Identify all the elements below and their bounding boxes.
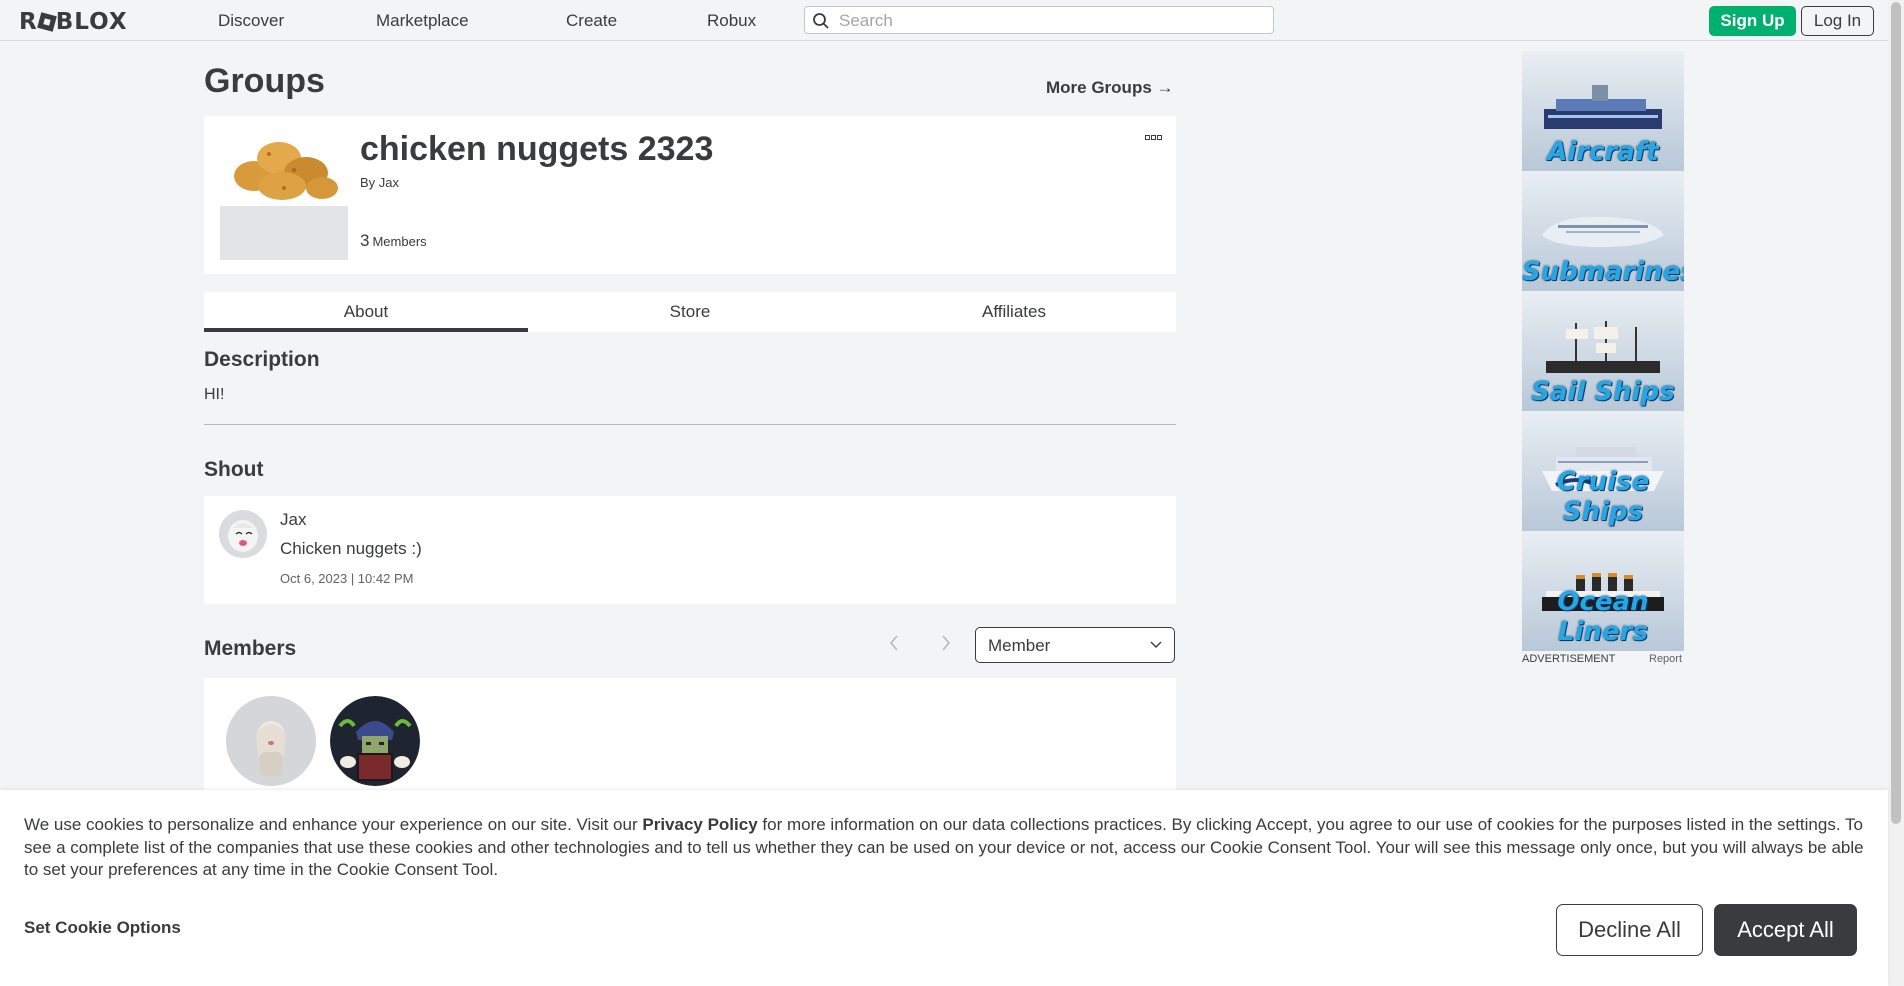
- ad-panel-label: Cruise Ships: [1556, 467, 1650, 527]
- ad-panel-label: Submarines: [1522, 257, 1684, 287]
- logo-o-icon: [36, 12, 57, 32]
- top-nav-bar: R BLOX Discover Marketplace Create Robux …: [0, 0, 1888, 41]
- section-divider: [204, 424, 1176, 425]
- chevron-left-icon[interactable]: [888, 634, 900, 652]
- cookie-message: We use cookies to personalize and enhanc…: [24, 814, 1868, 882]
- chevron-right-icon[interactable]: [940, 634, 952, 652]
- role-dropdown[interactable]: Member: [975, 627, 1175, 663]
- group-owner-link[interactable]: Jax: [379, 175, 399, 190]
- nav-robux[interactable]: Robux: [707, 11, 756, 31]
- group-tabs: About Store Affiliates: [204, 292, 1176, 332]
- tab-store[interactable]: Store: [528, 292, 852, 332]
- group-header-card: chicken nuggets 2323 By Jax 3 Members: [204, 116, 1176, 274]
- member-count-label: Members: [372, 234, 427, 249]
- nav-marketplace[interactable]: Marketplace: [376, 11, 469, 31]
- submarine-image: [1542, 216, 1664, 247]
- search-icon: [813, 13, 829, 29]
- ad-panel-ocean-liners[interactable]: Ocean Liners: [1522, 531, 1684, 651]
- member-avatar-image: [330, 696, 420, 786]
- ad-panel-label: Sail Ships: [1531, 377, 1675, 407]
- shout-timestamp: Oct 6, 2023 | 10:42 PM: [280, 571, 414, 586]
- cookie-text-before: We use cookies to personalize and enhanc…: [24, 815, 643, 834]
- search-input[interactable]: [837, 9, 1261, 33]
- group-name: chicken nuggets 2323: [360, 130, 714, 168]
- log-in-button[interactable]: Log In: [1801, 6, 1874, 36]
- by-prefix: By: [360, 175, 376, 190]
- member-avatar-image: [226, 696, 316, 786]
- advertisement-banner[interactable]: Aircraft Submarines Sail Ships Cruise Sh…: [1522, 51, 1684, 651]
- ad-panel-label: Ocean Liners: [1557, 587, 1649, 647]
- shout-card: Jax Chicken nuggets :) Oct 6, 2023 | 10:…: [204, 496, 1176, 604]
- more-options-icon[interactable]: [1145, 134, 1163, 142]
- page-title: Groups: [204, 62, 325, 100]
- search-box: [804, 6, 1274, 34]
- report-ad-link[interactable]: Report: [1649, 653, 1682, 665]
- shout-body: Chicken nuggets :): [280, 539, 422, 558]
- tab-about[interactable]: About: [204, 292, 528, 332]
- member-avatar[interactable]: [226, 696, 316, 786]
- role-dropdown-value: Member: [988, 636, 1051, 655]
- ad-panel-sail-ships[interactable]: Sail Ships: [1522, 291, 1684, 411]
- group-owner-line: By Jax: [360, 175, 399, 190]
- accept-all-button[interactable]: Accept All: [1714, 904, 1857, 956]
- members-heading: Members: [204, 637, 297, 660]
- nav-discover[interactable]: Discover: [218, 11, 284, 31]
- scrollbar-thumb[interactable]: [1891, 2, 1901, 824]
- shout-username[interactable]: Jax: [280, 510, 306, 530]
- description-text: HI!: [204, 386, 225, 403]
- page-scrollbar[interactable]: [1888, 0, 1904, 986]
- roblox-logo[interactable]: R BLOX: [19, 9, 128, 35]
- more-groups-link[interactable]: More Groups →: [1046, 78, 1174, 98]
- member-avatar[interactable]: [330, 696, 420, 786]
- ad-panel-label: Aircraft: [1547, 137, 1659, 167]
- emblem-placeholder: [220, 206, 348, 260]
- ad-panel-cruise-ships[interactable]: Cruise Ships: [1522, 411, 1684, 531]
- nav-create[interactable]: Create: [566, 11, 617, 31]
- aircraft-carrier-image: [1544, 85, 1662, 129]
- shout-avatar[interactable]: [219, 510, 267, 558]
- sail-ship-image: [1546, 321, 1660, 373]
- sign-up-button[interactable]: Sign Up: [1709, 6, 1796, 36]
- chevron-down-icon: [1150, 641, 1162, 648]
- decline-all-button[interactable]: Decline All: [1556, 904, 1703, 956]
- avatar-face-icon: [219, 510, 267, 558]
- ad-panel-aircraft[interactable]: Aircraft: [1522, 51, 1684, 171]
- group-emblem-image[interactable]: [224, 128, 344, 206]
- tab-affiliates[interactable]: Affiliates: [852, 292, 1176, 332]
- shout-heading: Shout: [204, 458, 264, 481]
- set-cookie-options-link[interactable]: Set Cookie Options: [24, 918, 181, 938]
- member-count-value: 3: [360, 231, 370, 250]
- ad-panel-submarines[interactable]: Submarines: [1522, 171, 1684, 291]
- member-count: 3 Members: [360, 231, 427, 251]
- cookie-banner: We use cookies to personalize and enhanc…: [0, 790, 1888, 986]
- privacy-policy-link[interactable]: Privacy Policy: [642, 815, 757, 834]
- advertisement-label: ADVERTISEMENT: [1522, 653, 1616, 665]
- members-card: [204, 678, 1176, 798]
- description-heading: Description: [204, 348, 320, 371]
